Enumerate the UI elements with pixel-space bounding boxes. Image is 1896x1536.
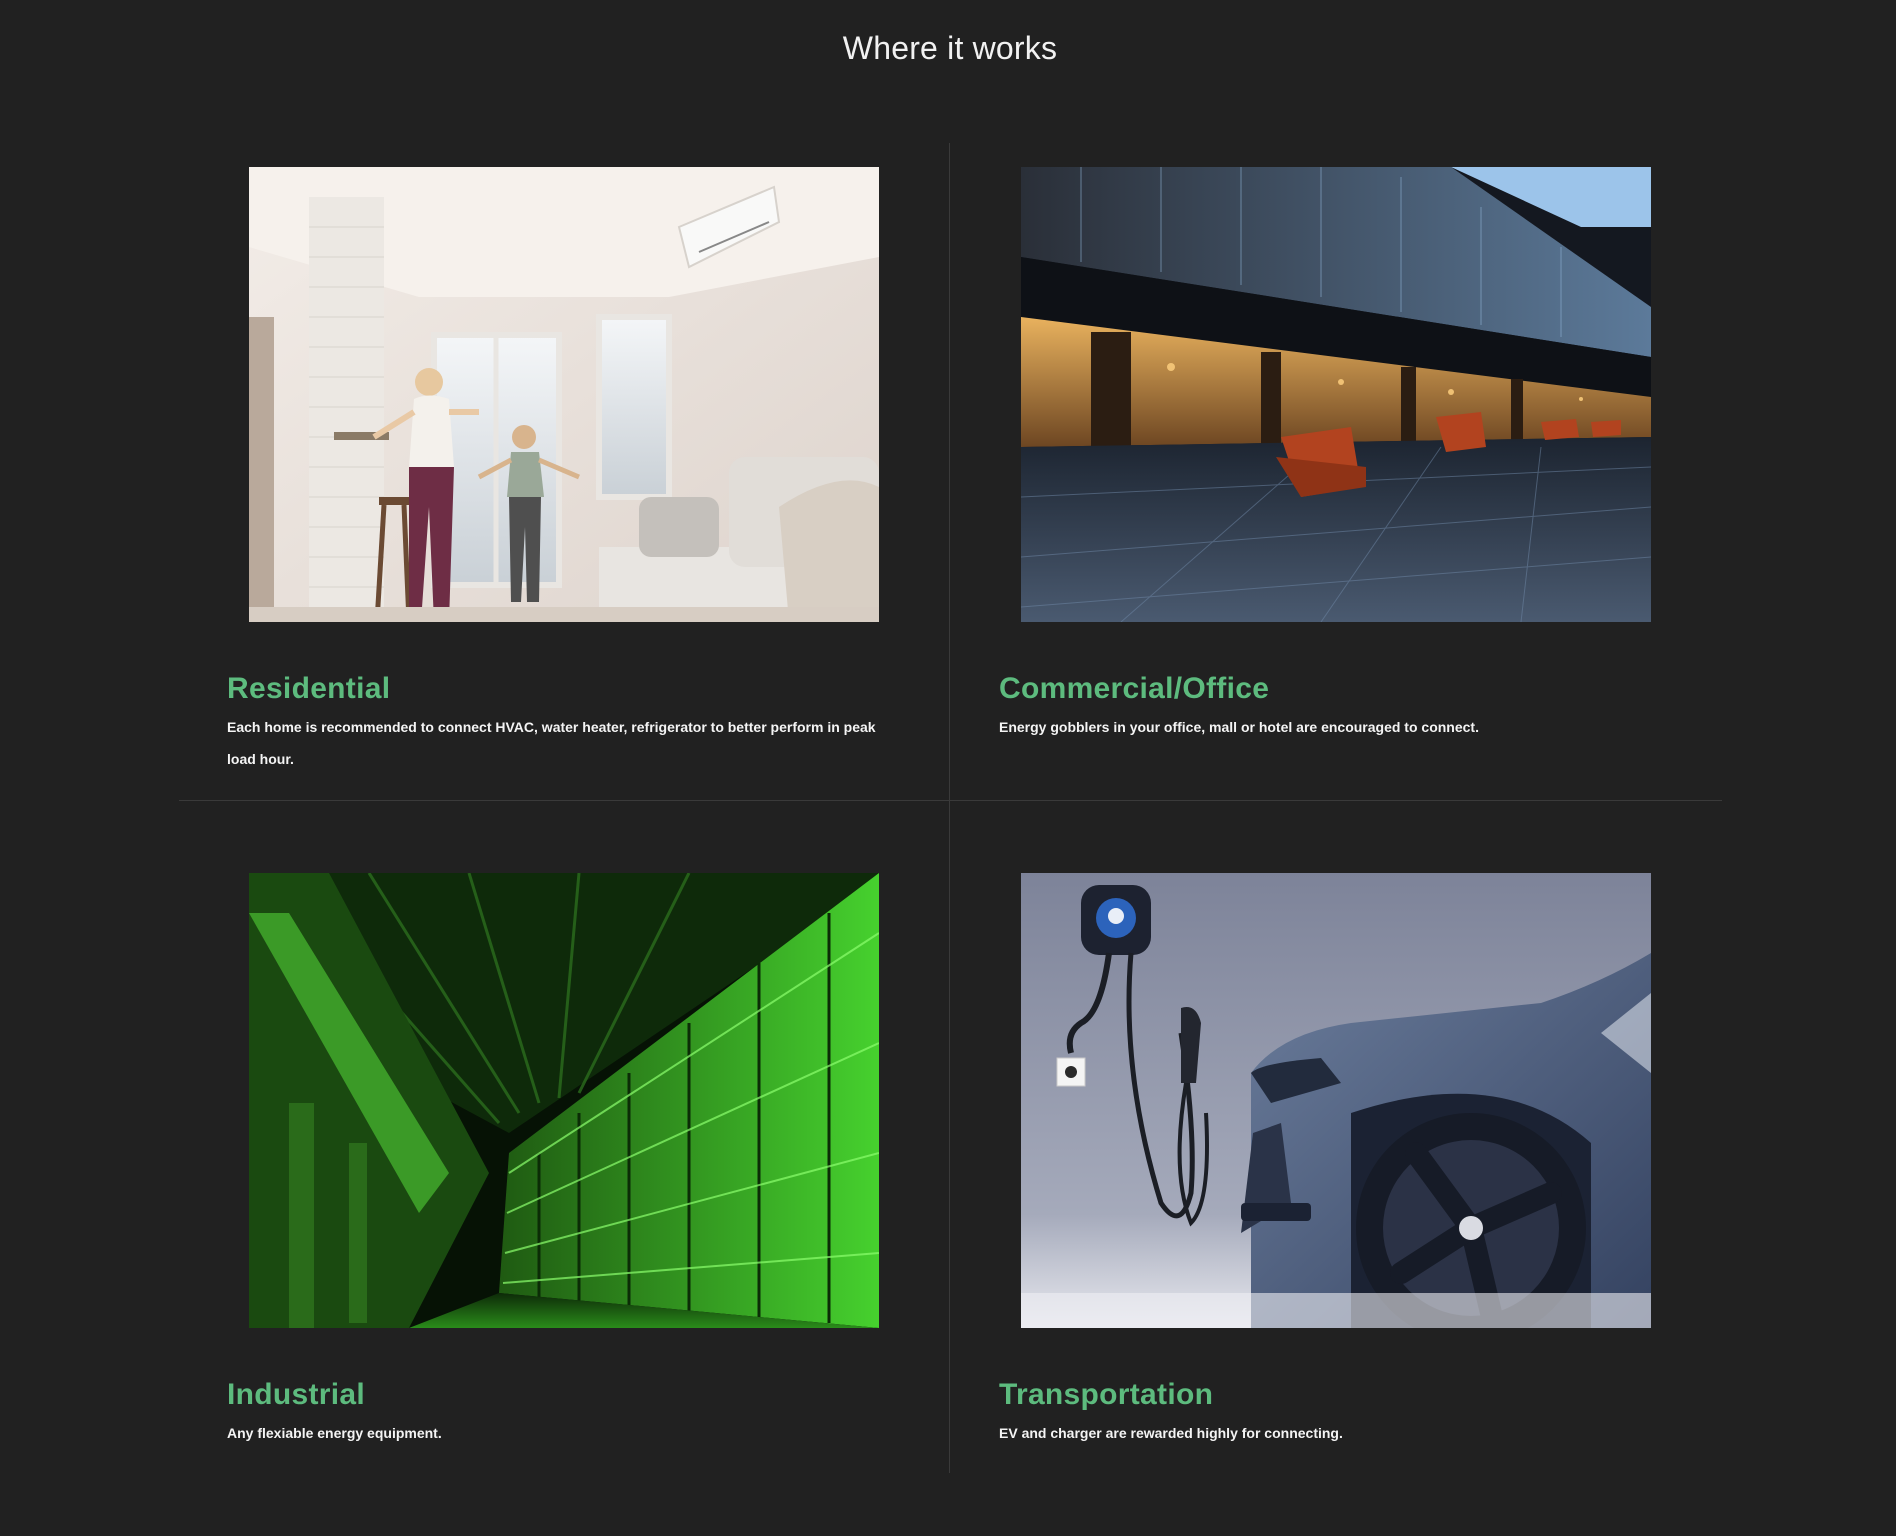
card-description: Energy gobblers in your office, mall or … [999,719,1479,735]
commercial-image [1021,167,1651,622]
page-title: Where it works [842,30,1058,66]
grid-divider-vertical [949,143,950,1473]
card-title: Transportation [999,1378,1214,1411]
residential-image [249,167,879,622]
industrial-image [249,873,879,1328]
card-title: Residential [227,672,391,705]
card-description: Any flexiable energy equipment. [227,1425,442,1441]
card-title: Industrial [227,1378,366,1411]
card-description: Each home is recommended to connect HVAC… [227,719,876,767]
transportation-image [1021,873,1651,1328]
card-title: Commercial/Office [999,672,1270,705]
grid-divider-horizontal [179,800,1722,801]
card-description: EV and charger are rewarded highly for c… [999,1425,1343,1441]
